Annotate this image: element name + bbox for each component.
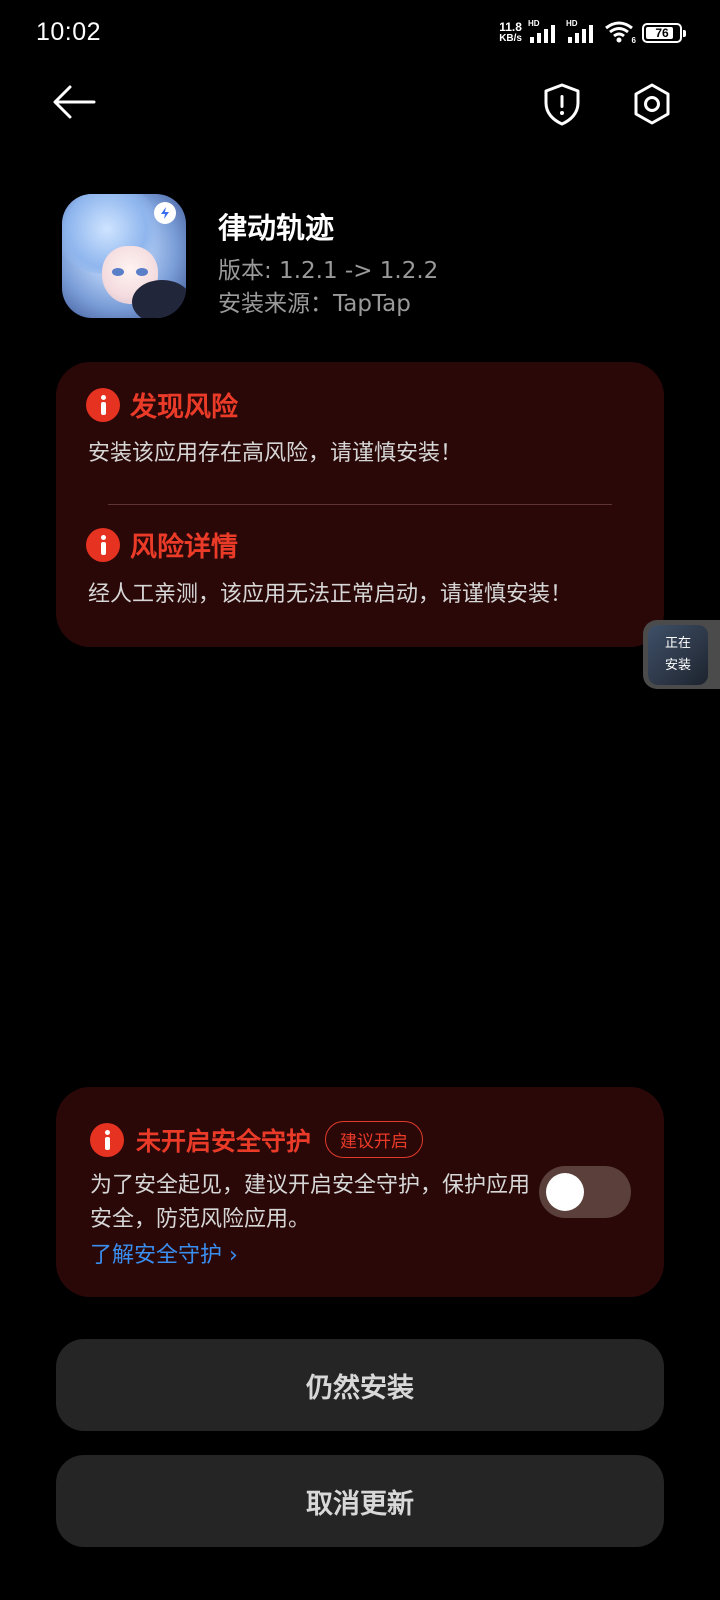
risk-detail-header: 风险详情	[86, 525, 238, 564]
signal-1-icon: HD	[528, 19, 560, 45]
toggle-knob	[546, 1173, 584, 1211]
risk-detail-title: 风险详情	[130, 532, 238, 563]
divider	[108, 504, 612, 505]
battery-level: 76	[655, 26, 669, 40]
status-time: 10:02	[36, 18, 102, 46]
status-bar: 10:02 11.8 KB/s HD HD 6 76	[0, 0, 720, 66]
install-source: 安装来源：TapTap	[218, 291, 411, 317]
chip-line-2: 安装	[664, 658, 691, 673]
security-guard-desc: 为了安全起见，建议开启安全守护，保护应用安全，防范风险应用。	[90, 1173, 531, 1232]
risk-found-desc: 安装该应用存在高风险，请谨慎安装！	[88, 441, 463, 466]
app-name: 律动轨迹	[218, 211, 335, 245]
security-guard-card: 未开启安全守护 建议开启 为了安全起见，建议开启安全守护，保护应用安全，防范风险…	[56, 1087, 664, 1297]
security-guard-title: 未开启安全守护	[136, 1126, 312, 1156]
risk-found-header: 发现风险	[86, 385, 238, 424]
warning-info-icon	[86, 387, 120, 422]
wifi-6-label: 6	[631, 36, 636, 45]
risk-found-title: 发现风险	[130, 392, 238, 423]
network-speed-unit: KB/s	[499, 33, 522, 44]
shield-alert-icon[interactable]	[538, 80, 586, 128]
lightning-badge-icon	[154, 202, 176, 224]
signal-2-icon: HD	[566, 19, 598, 45]
learn-security-guard-link[interactable]: 了解安全守护 ›	[90, 1237, 238, 1269]
security-guard-header: 未开启安全守护 建议开启	[90, 1121, 424, 1158]
cancel-update-button[interactable]: 取消更新	[56, 1455, 664, 1547]
network-speed-value: 11.8	[499, 20, 522, 34]
status-icons: 11.8 KB/s HD HD 6 76	[499, 19, 686, 46]
recommend-badge: 建议开启	[325, 1121, 424, 1158]
warning-info-icon	[86, 527, 120, 562]
security-guard-toggle[interactable]	[539, 1166, 631, 1218]
network-speed: 11.8 KB/s	[499, 20, 522, 44]
settings-gear-icon[interactable]	[628, 80, 676, 128]
wifi-icon: 6	[604, 21, 636, 45]
chip-line-1: 正在	[664, 636, 691, 651]
install-anyway-button[interactable]: 仍然安装	[56, 1339, 664, 1431]
app-icon	[62, 194, 186, 318]
installing-floating-chip[interactable]: 正在 安装	[643, 620, 720, 689]
battery-icon: 76	[642, 23, 686, 43]
back-arrow-icon[interactable]	[50, 80, 98, 124]
risk-detail-desc: 经人工亲测，该应用无法正常启动，请谨慎安装！	[88, 582, 573, 607]
app-version: 版本: 1.2.1 -> 1.2.2	[218, 258, 439, 284]
risk-card: 发现风险 安装该应用存在高风险，请谨慎安装！ 风险详情 经人工亲测，该应用无法正…	[56, 362, 664, 647]
warning-info-icon	[90, 1122, 124, 1157]
